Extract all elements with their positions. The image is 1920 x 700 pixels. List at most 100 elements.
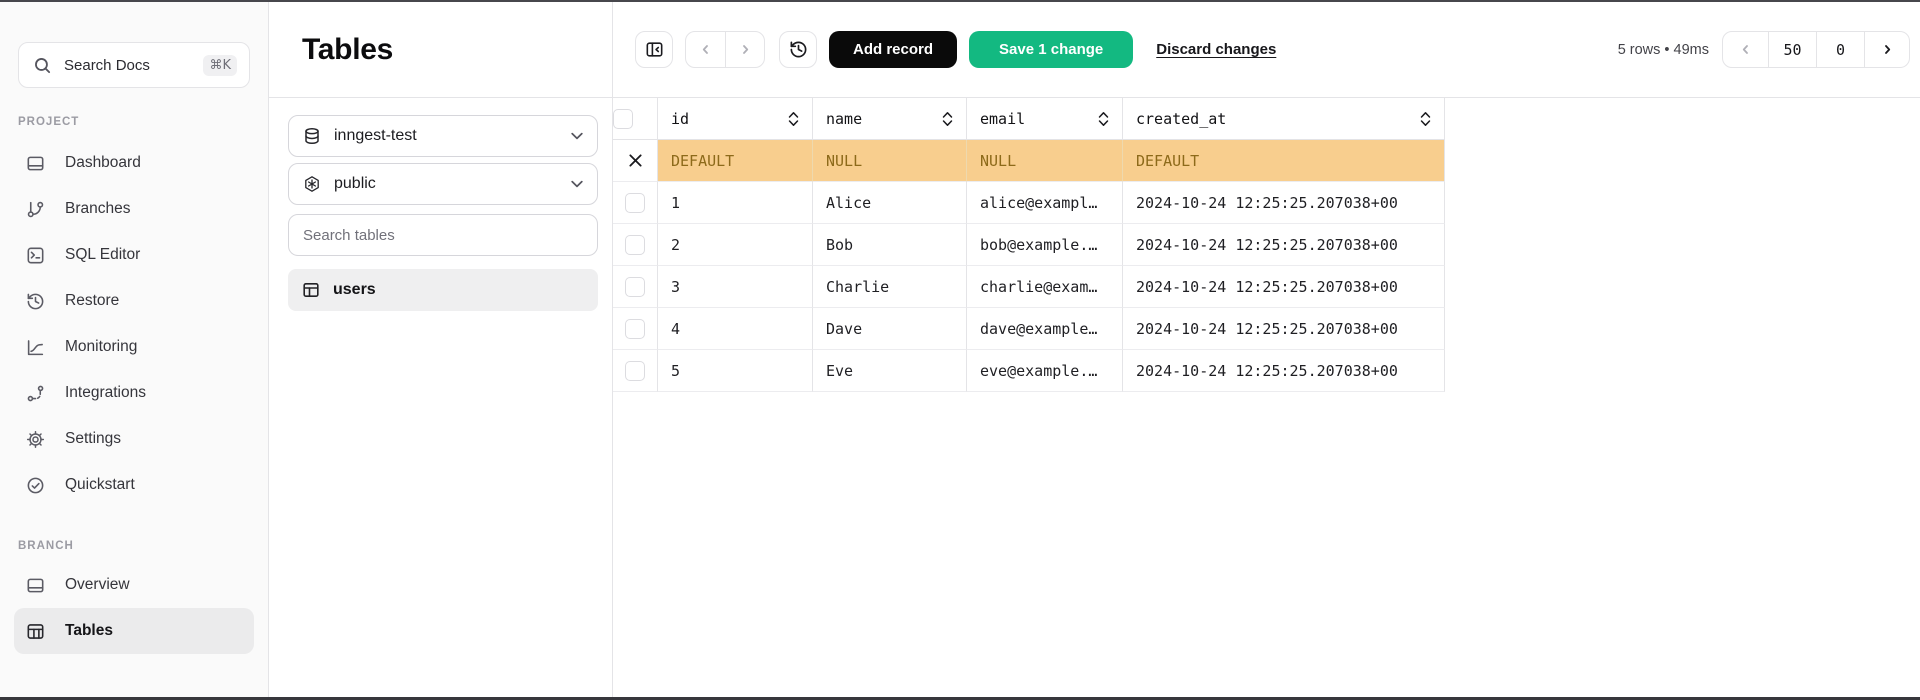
cell-created-at[interactable]: 2024-10-24 12:25:25.207038+00 xyxy=(1123,266,1445,308)
row-select-cell xyxy=(613,224,658,266)
sort-icon[interactable] xyxy=(1420,111,1431,127)
cell-email[interactable]: alice@exampl… xyxy=(967,182,1123,224)
sort-icon[interactable] xyxy=(942,111,953,127)
cell-id[interactable]: 4 xyxy=(658,308,813,350)
discard-changes-link[interactable]: Discard changes xyxy=(1156,41,1276,58)
select-all-cell xyxy=(613,98,658,140)
pagination-control: 50 0 xyxy=(1722,31,1910,68)
cell-id[interactable]: 1 xyxy=(658,182,813,224)
page-size-value[interactable]: 50 xyxy=(1768,32,1816,67)
history-nav-group xyxy=(685,31,765,68)
save-changes-button[interactable]: Save 1 change xyxy=(969,31,1133,68)
pending-cell-name[interactable]: NULL xyxy=(813,140,967,182)
database-select[interactable]: inngest-test xyxy=(288,115,598,157)
cell-email[interactable]: charlie@exam… xyxy=(967,266,1123,308)
row-checkbox[interactable] xyxy=(625,235,645,255)
sort-icon[interactable] xyxy=(1098,111,1109,127)
table-icon xyxy=(302,281,320,299)
row-select-cell xyxy=(613,308,658,350)
search-tables-input[interactable] xyxy=(288,214,598,256)
database-icon xyxy=(303,127,321,145)
remove-pending-row-button[interactable] xyxy=(613,140,658,182)
row-checkbox[interactable] xyxy=(625,277,645,297)
sidebar-item-tables[interactable]: Tables xyxy=(14,608,254,654)
cell-name[interactable]: Dave xyxy=(813,308,967,350)
editor-toolbar: Add record Save 1 change Discard changes… xyxy=(613,2,1920,98)
cell-created-at[interactable]: 2024-10-24 12:25:25.207038+00 xyxy=(1123,224,1445,266)
chevron-right-icon xyxy=(1881,43,1894,56)
next-page-button[interactable] xyxy=(1864,32,1909,67)
sidebar-item-monitoring[interactable]: Monitoring xyxy=(14,324,254,370)
prev-page-button[interactable] xyxy=(1723,32,1768,67)
row-checkbox[interactable] xyxy=(625,361,645,381)
cell-name[interactable]: Charlie xyxy=(813,266,967,308)
chart-line-icon xyxy=(26,338,45,357)
row-checkbox[interactable] xyxy=(625,319,645,339)
cell-email[interactable]: eve@example.… xyxy=(967,350,1123,392)
cell-created-at[interactable]: 2024-10-24 12:25:25.207038+00 xyxy=(1123,308,1445,350)
chevron-left-icon xyxy=(1739,43,1752,56)
data-grid: id name email created_at DEFAULT NUL xyxy=(613,98,1445,392)
cell-name[interactable]: Alice xyxy=(813,182,967,224)
schema-select[interactable]: public xyxy=(288,163,598,205)
cell-name[interactable]: Eve xyxy=(813,350,967,392)
collapse-panel-button[interactable] xyxy=(635,31,673,68)
sidebar-item-restore[interactable]: Restore xyxy=(14,278,254,324)
search-docs-button[interactable]: Search Docs ⌘K xyxy=(18,42,250,88)
redo-forward-button[interactable] xyxy=(725,32,764,67)
cell-id[interactable]: 3 xyxy=(658,266,813,308)
column-header-name[interactable]: name xyxy=(813,98,967,140)
add-record-button[interactable]: Add record xyxy=(829,31,957,68)
cell-id[interactable]: 2 xyxy=(658,224,813,266)
row-select-cell xyxy=(613,266,658,308)
window-top-edge xyxy=(0,0,1920,2)
pending-cell-created-at[interactable]: DEFAULT xyxy=(1123,140,1445,182)
row-count-status: 5 rows • 49ms xyxy=(1618,42,1709,58)
search-icon xyxy=(33,56,52,75)
cell-id[interactable]: 5 xyxy=(658,350,813,392)
history-icon xyxy=(789,40,808,59)
column-header-created-at[interactable]: created_at xyxy=(1123,98,1445,140)
window-icon xyxy=(26,576,45,595)
chevron-left-icon xyxy=(699,43,712,56)
chevron-down-icon xyxy=(571,180,583,188)
database-select-value: inngest-test xyxy=(334,127,558,145)
terminal-icon xyxy=(26,246,45,265)
table-list-item-users[interactable]: users xyxy=(288,269,598,311)
table-icon xyxy=(26,622,45,641)
page-offset-value[interactable]: 0 xyxy=(1816,32,1864,67)
schema-icon xyxy=(303,175,321,193)
route-icon xyxy=(26,384,45,403)
row-checkbox[interactable] xyxy=(625,193,645,213)
sidebar-item-quickstart[interactable]: Quickstart xyxy=(14,462,254,508)
history-button[interactable] xyxy=(779,31,817,68)
app-sidebar: Search Docs ⌘K PROJECT Dashboard Branche… xyxy=(0,2,269,697)
chevron-right-icon xyxy=(739,43,752,56)
chevron-down-icon xyxy=(571,132,583,140)
select-all-checkbox[interactable] xyxy=(613,109,633,129)
cell-email[interactable]: dave@example… xyxy=(967,308,1123,350)
sidebar-item-integrations[interactable]: Integrations xyxy=(14,370,254,416)
pending-cell-id[interactable]: DEFAULT xyxy=(658,140,813,182)
column-header-email[interactable]: email xyxy=(967,98,1123,140)
table-editor-main: Add record Save 1 change Discard changes… xyxy=(613,2,1920,697)
sidebar-item-branches[interactable]: Branches xyxy=(14,186,254,232)
close-icon xyxy=(628,153,643,168)
column-header-id[interactable]: id xyxy=(658,98,813,140)
sidebar-item-overview[interactable]: Overview xyxy=(14,562,254,608)
cell-created-at[interactable]: 2024-10-24 12:25:25.207038+00 xyxy=(1123,350,1445,392)
row-select-cell xyxy=(613,350,658,392)
cell-created-at[interactable]: 2024-10-24 12:25:25.207038+00 xyxy=(1123,182,1445,224)
table-list-item-label: users xyxy=(333,281,376,299)
sidebar-item-settings[interactable]: Settings xyxy=(14,416,254,462)
sidebar-item-sql-editor[interactable]: SQL Editor xyxy=(14,232,254,278)
pending-cell-email[interactable]: NULL xyxy=(967,140,1123,182)
sort-icon[interactable] xyxy=(788,111,799,127)
gear-icon xyxy=(26,430,45,449)
row-select-cell xyxy=(613,182,658,224)
cell-email[interactable]: bob@example.… xyxy=(967,224,1123,266)
window-icon xyxy=(26,154,45,173)
cell-name[interactable]: Bob xyxy=(813,224,967,266)
sidebar-item-dashboard[interactable]: Dashboard xyxy=(14,140,254,186)
undo-back-button[interactable] xyxy=(686,32,725,67)
